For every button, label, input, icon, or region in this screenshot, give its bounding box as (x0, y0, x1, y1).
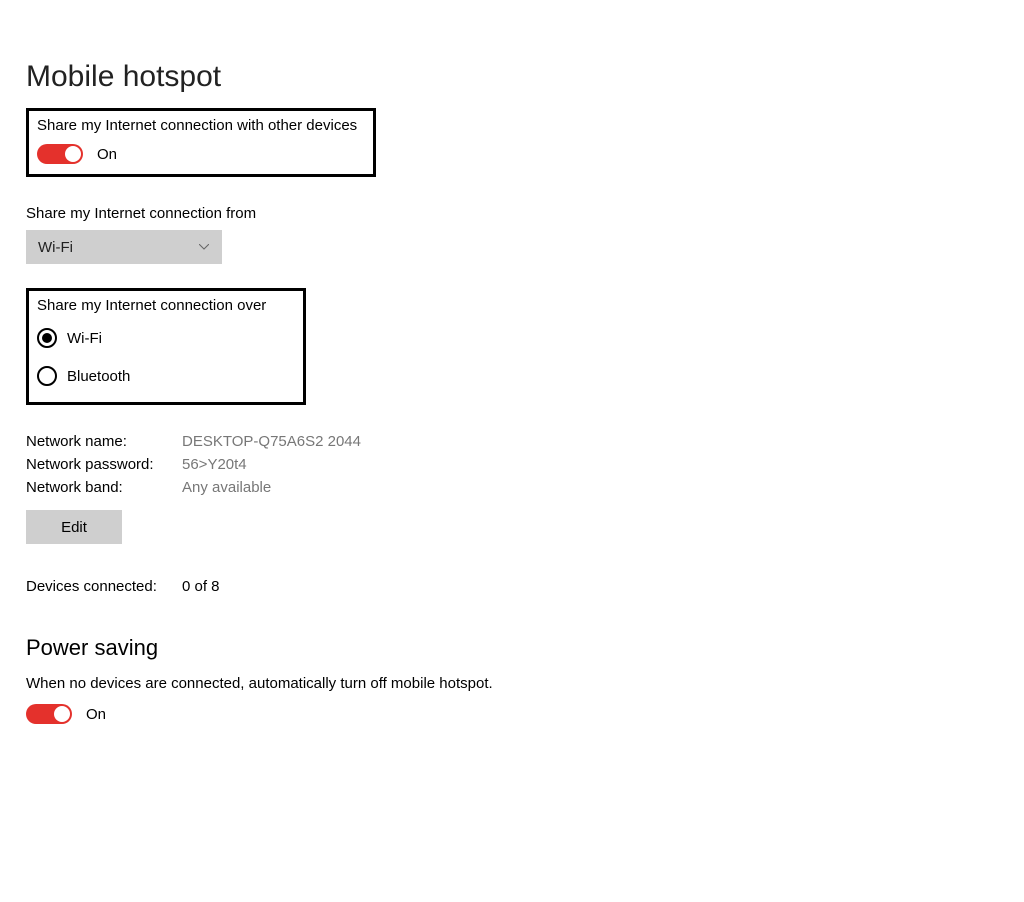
network-password-label: Network password: (26, 456, 182, 473)
power-saving-heading: Power saving (26, 635, 998, 661)
toggle-knob (54, 706, 70, 722)
radio-inner (42, 333, 52, 343)
network-password-value: 56>Y20t4 (182, 456, 247, 473)
network-name-value: DESKTOP-Q75A6S2 2044 (182, 433, 361, 450)
radio-wifi-button (37, 328, 57, 348)
share-toggle-highlight: Share my Internet connection with other … (26, 108, 376, 177)
power-saving-description: When no devices are connected, automatic… (26, 675, 998, 692)
devices-connected-value: 0 of 8 (182, 578, 220, 595)
share-over-label: Share my Internet connection over (37, 297, 295, 314)
network-band-value: Any available (182, 479, 271, 496)
share-toggle-state: On (97, 146, 117, 163)
share-from-dropdown[interactable]: Wi-Fi (26, 230, 222, 264)
radio-bluetooth-button (37, 366, 57, 386)
toggle-knob (65, 146, 81, 162)
network-password-row: Network password: 56>Y20t4 (26, 456, 998, 473)
network-band-label: Network band: (26, 479, 182, 496)
share-toggle-label: Share my Internet connection with other … (37, 117, 365, 134)
chevron-down-icon (198, 241, 210, 253)
power-saving-toggle-state: On (86, 706, 106, 723)
network-band-row: Network band: Any available (26, 479, 998, 496)
radio-bluetooth[interactable]: Bluetooth (37, 366, 295, 386)
page-title: Mobile hotspot (26, 60, 998, 94)
edit-button[interactable]: Edit (26, 510, 122, 544)
share-from-label: Share my Internet connection from (26, 205, 998, 222)
network-name-label: Network name: (26, 433, 182, 450)
share-toggle[interactable] (37, 144, 83, 164)
radio-bluetooth-label: Bluetooth (67, 368, 130, 385)
share-over-highlight: Share my Internet connection over Wi-Fi … (26, 288, 306, 405)
network-name-row: Network name: DESKTOP-Q75A6S2 2044 (26, 433, 998, 450)
network-info: Network name: DESKTOP-Q75A6S2 2044 Netwo… (26, 433, 998, 544)
devices-connected-label: Devices connected: (26, 578, 182, 595)
share-toggle-row: On (37, 144, 365, 164)
power-saving-toggle[interactable] (26, 704, 72, 724)
share-from-section: Share my Internet connection from Wi-Fi (26, 205, 998, 264)
share-from-selected: Wi-Fi (38, 239, 73, 256)
settings-content: Mobile hotspot Share my Internet connect… (0, 0, 1024, 744)
radio-wifi[interactable]: Wi-Fi (37, 328, 295, 348)
devices-connected-row: Devices connected: 0 of 8 (26, 578, 998, 595)
radio-wifi-label: Wi-Fi (67, 330, 102, 347)
power-saving-toggle-row: On (26, 704, 998, 724)
